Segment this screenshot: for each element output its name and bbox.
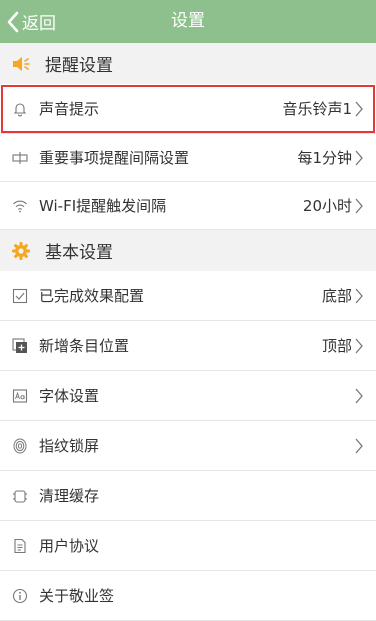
- fingerprint-icon: [11, 437, 29, 455]
- page-title: 设置: [171, 11, 205, 31]
- row-new-item-position[interactable]: 新增条目位置 顶部: [0, 321, 376, 371]
- row-value: 底部: [321, 287, 352, 305]
- row-value: 顶部: [321, 337, 352, 355]
- chevron-right-icon: [354, 387, 366, 405]
- row-font-settings[interactable]: 字体设置: [0, 371, 376, 421]
- chevron-right-icon: [354, 287, 366, 305]
- row-label: 声音提示: [39, 100, 100, 118]
- checkbox-icon: [11, 287, 29, 305]
- section-title-reminder: 提醒设置: [45, 56, 113, 76]
- row-label: 新增条目位置: [39, 337, 130, 355]
- back-button[interactable]: 返回: [6, 0, 56, 43]
- row-label: 指纹锁屏: [39, 437, 100, 455]
- row-value: 每1分钟: [297, 149, 352, 167]
- add-item-icon: [11, 337, 29, 355]
- interval-icon: [11, 149, 29, 167]
- section-basic: 基本设置: [0, 230, 376, 271]
- chevron-left-icon: [7, 11, 19, 32]
- chevron-right-icon: [354, 100, 366, 118]
- row-label: Wi-FI提醒触发间隔: [39, 197, 167, 215]
- row-value: 音乐铃声1: [282, 100, 352, 118]
- back-label: 返回: [22, 14, 56, 34]
- row-label: 用户协议: [39, 537, 100, 555]
- row-important-interval[interactable]: 重要事项提醒间隔设置 每1分钟: [0, 134, 376, 182]
- chevron-right-icon: [354, 149, 366, 167]
- row-label: 字体设置: [39, 387, 100, 405]
- speaker-icon: [11, 54, 31, 74]
- bell-icon: [11, 100, 29, 118]
- font-icon: [11, 387, 29, 405]
- document-icon: [11, 537, 29, 555]
- row-label: 关于敬业签: [39, 587, 115, 605]
- row-label: 已完成效果配置: [39, 287, 145, 305]
- gear-icon: [11, 241, 31, 261]
- row-label: 清理缓存: [39, 487, 100, 505]
- info-icon: [11, 587, 29, 605]
- row-user-agreement[interactable]: 用户协议: [0, 521, 376, 571]
- row-sound-reminder[interactable]: 声音提示 音乐铃声1: [0, 84, 376, 134]
- row-label: 重要事项提醒间隔设置: [39, 149, 190, 167]
- chevron-right-icon: [354, 437, 366, 455]
- section-title-basic: 基本设置: [45, 243, 113, 263]
- row-about[interactable]: 关于敬业签: [0, 571, 376, 621]
- row-value: 20小时: [302, 197, 352, 215]
- chevron-right-icon: [354, 197, 366, 215]
- header-bar: 返回 设置: [0, 0, 376, 43]
- row-wifi-interval[interactable]: Wi-FI提醒触发间隔 20小时: [0, 182, 376, 230]
- wifi-icon: [11, 197, 29, 215]
- chevron-right-icon: [354, 337, 366, 355]
- row-fingerprint-lock[interactable]: 指纹锁屏: [0, 421, 376, 471]
- row-clear-cache[interactable]: 清理缓存: [0, 471, 376, 521]
- section-reminder: 提醒设置: [0, 43, 376, 84]
- clear-cache-icon: [11, 487, 29, 505]
- row-done-effect[interactable]: 已完成效果配置 底部: [0, 271, 376, 321]
